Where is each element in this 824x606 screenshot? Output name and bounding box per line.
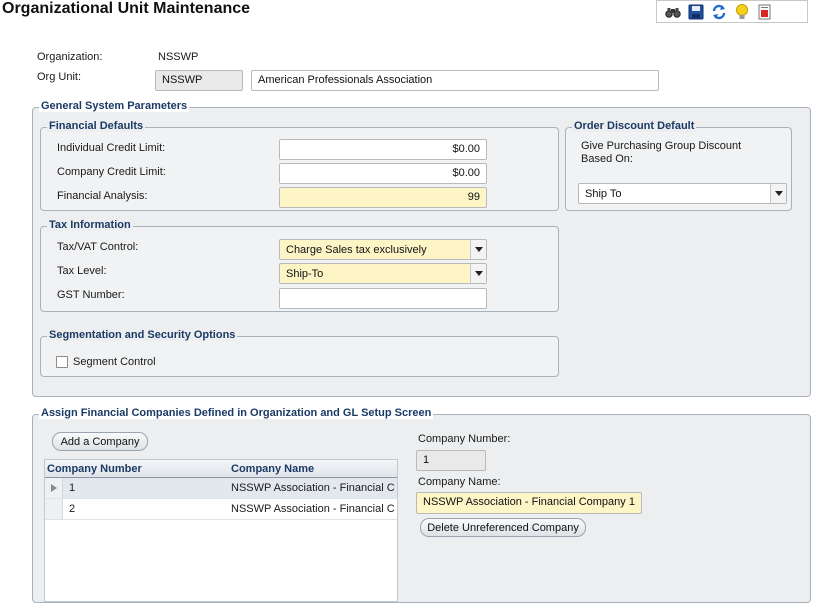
give-discount-label-line1: Give Purchasing Group Discount	[581, 140, 742, 152]
individual-credit-limit-field[interactable]: $0.00	[279, 139, 487, 160]
tax-information-legend: Tax Information	[47, 219, 133, 231]
gst-number-label: GST Number:	[57, 289, 125, 301]
delete-unreferenced-company-button[interactable]: Delete Unreferenced Company	[420, 518, 586, 537]
tax-level-label: Tax Level:	[57, 265, 107, 277]
column-company-name[interactable]: Company Name	[231, 463, 397, 475]
tax-vat-control-value: Charge Sales tax exclusively	[286, 243, 427, 256]
companies-grid: Company Number Company Name 1 NSSWP Asso…	[44, 459, 398, 602]
cell-company-number: 1	[69, 482, 76, 494]
company-name-field[interactable]: NSSWP Association - Financial Company 1	[416, 492, 642, 514]
org-unit-label: Org Unit:	[37, 71, 82, 83]
company-number-field: 1	[416, 450, 486, 471]
add-company-button[interactable]: Add a Company	[52, 432, 148, 451]
discount-based-on-select[interactable]: Ship To	[578, 183, 787, 204]
tax-vat-control-label: Tax/VAT Control:	[57, 241, 139, 253]
chevron-down-icon[interactable]	[470, 264, 486, 283]
financial-analysis-label: Financial Analysis:	[57, 190, 148, 202]
company-credit-limit-label: Company Credit Limit:	[57, 166, 166, 178]
page-title: Organizational Unit Maintenance	[2, 0, 251, 17]
financial-defaults-legend: Financial Defaults	[47, 120, 146, 132]
tax-vat-control-select[interactable]: Charge Sales tax exclusively	[279, 239, 487, 260]
order-discount-default-legend: Order Discount Default	[572, 120, 697, 132]
chevron-down-icon[interactable]	[470, 240, 486, 259]
org-unit-code-field: NSSWP	[155, 70, 243, 91]
general-system-parameters-legend: General System Parameters	[39, 100, 190, 112]
report-icon[interactable]	[755, 2, 774, 21]
tax-level-value: Ship-To	[286, 267, 324, 280]
org-unit-name-field[interactable]: American Professionals Association	[251, 70, 659, 91]
gst-number-field[interactable]	[279, 288, 487, 309]
refresh-icon[interactable]	[709, 2, 728, 21]
table-row[interactable]: 2 NSSWP Association - Financial C	[45, 499, 397, 520]
organization-value: NSSWP	[158, 51, 199, 63]
financial-analysis-field[interactable]: 99	[279, 187, 487, 208]
table-row[interactable]: 1 NSSWP Association - Financial C	[45, 478, 397, 499]
segmentation-security-legend: Segmentation and Security Options	[47, 329, 238, 341]
individual-credit-limit-label: Individual Credit Limit:	[57, 142, 166, 154]
discount-based-on-value: Ship To	[585, 187, 622, 200]
company-credit-limit-field[interactable]: $0.00	[279, 163, 487, 184]
row-selector-icon	[45, 478, 63, 498]
cell-company-name: NSSWP Association - Financial C	[231, 482, 395, 494]
give-discount-label-line2: Based On:	[581, 153, 633, 165]
save-icon[interactable]	[686, 2, 705, 21]
tax-level-select[interactable]: Ship-To	[279, 263, 487, 284]
segment-control-checkbox[interactable]	[56, 356, 68, 368]
grid-header: Company Number Company Name	[45, 460, 397, 478]
assign-companies-legend: Assign Financial Companies Defined in Or…	[39, 407, 434, 419]
lightbulb-icon[interactable]	[732, 2, 751, 21]
organization-label: Organization:	[37, 51, 103, 63]
row-selector	[45, 499, 63, 519]
chevron-down-icon[interactable]	[770, 184, 786, 203]
company-number-label: Company Number:	[418, 433, 511, 445]
company-name-label: Company Name:	[418, 476, 501, 488]
binoculars-icon[interactable]	[663, 2, 682, 21]
toolbar	[656, 0, 808, 23]
column-company-number[interactable]: Company Number	[45, 463, 231, 475]
segment-control-label: Segment Control	[73, 356, 156, 368]
cell-company-number: 2	[69, 503, 76, 515]
cell-company-name: NSSWP Association - Financial C	[231, 503, 395, 515]
